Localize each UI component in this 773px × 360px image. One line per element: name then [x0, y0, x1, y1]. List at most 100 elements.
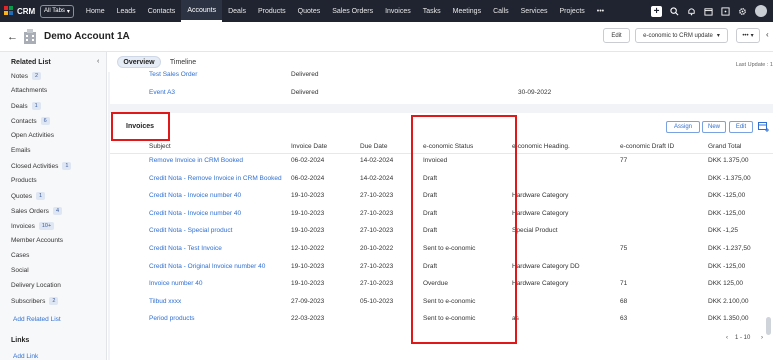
tab-timeline[interactable]: Timeline [166, 56, 200, 68]
column-header-due-date[interactable]: Due Date [360, 143, 387, 150]
all-tabs-dropdown[interactable]: All Tabs ▾ [40, 4, 74, 18]
cell-subject[interactable]: Credit Nota - Original Invoice number 40 [149, 263, 265, 270]
cell-due-date: 27-10-2023 [360, 227, 394, 235]
sidebar-item-delivery-location[interactable]: Delivery Location [11, 282, 61, 289]
nav-tab-products[interactable]: Products [252, 0, 292, 22]
nav-tab-leads[interactable]: Leads [111, 0, 142, 22]
cell-subject[interactable]: Tilbud xxxx [149, 298, 181, 305]
sidebar-item-quotes[interactable]: Quotes 1 [11, 192, 46, 200]
column-header-e-conomic-heading[interactable]: e-conomic Heading. [512, 143, 570, 150]
chevron-left-icon[interactable]: ‹ [726, 335, 728, 341]
cell-subject[interactable]: Credit Nota - Invoice number 40 [149, 192, 241, 199]
sales-order-date: 30-09-2022 [518, 89, 552, 96]
sidebar-item-invoices[interactable]: Invoices 10+ [11, 222, 55, 230]
sidebar-item-member-accounts[interactable]: Member Accounts [11, 237, 63, 244]
sidebar-item-open-activities[interactable]: Open Activities [11, 132, 54, 139]
sidebar-item-products[interactable]: Products [11, 177, 37, 184]
cell-subject[interactable]: Credit Nota - Invoice number 40 [149, 210, 241, 217]
sidebar-item-notes[interactable]: Notes 2 [11, 72, 42, 80]
page-title: Demo Account 1A [44, 31, 130, 42]
sidebar-item-subscribers[interactable]: Subscribers 2 [11, 297, 59, 305]
bell-icon[interactable] [687, 7, 696, 16]
cell-total: DKK -1.375,00 [708, 174, 751, 182]
sidebar-item-contacts[interactable]: Contacts 6 [11, 117, 50, 125]
nav-tab--[interactable]: ••• [591, 0, 610, 22]
cell-status: Draft [423, 227, 438, 235]
edit-invoices-button[interactable]: Edit [729, 121, 753, 133]
scrollbar-thumb[interactable] [766, 317, 771, 335]
sidebar-item-label: Social [11, 267, 29, 274]
chevron-left-icon[interactable]: ‹ [766, 30, 769, 39]
nav-tab-sales-orders[interactable]: Sales Orders [326, 0, 379, 22]
back-arrow-icon[interactable]: ← [7, 31, 18, 43]
add-link[interactable]: Add Link [13, 353, 38, 360]
sidebar-item-closed-activities[interactable]: Closed Activities 1 [11, 162, 72, 170]
cell-subject[interactable]: Credit Nota - Remove Invoice in CRM Book… [149, 175, 282, 182]
cell-subject[interactable]: Remove Invoice in CRM Booked [149, 157, 243, 164]
sales-order-subject[interactable]: Event A3 [149, 89, 175, 96]
nav-tab-deals[interactable]: Deals [222, 0, 252, 22]
apps-icon[interactable] [721, 6, 730, 16]
record-header: ← Demo Account 1A Edit e-conomic to CRM … [0, 22, 773, 52]
column-header-grand-total[interactable]: Grand Total [708, 143, 741, 150]
more-actions-button[interactable]: ••• ▾ [736, 28, 760, 43]
cell-status: Invoiced [423, 157, 448, 164]
new-button[interactable]: New [702, 121, 726, 133]
nav-tab-tasks[interactable]: Tasks [417, 0, 447, 22]
sidebar-item-sales-orders[interactable]: Sales Orders 4 [11, 207, 62, 215]
cell-status: Draft [423, 192, 438, 200]
brand[interactable]: CRM [0, 6, 40, 16]
calendar-icon[interactable] [704, 7, 713, 16]
count-badge: 1 [62, 162, 72, 170]
column-header-invoice-date[interactable]: Invoice Date [291, 143, 327, 150]
sidebar-item-label: Sales Orders [11, 207, 49, 215]
sidebar-item-emails[interactable]: Emails [11, 147, 31, 154]
sidebar-item-label: Delivery Location [11, 282, 61, 289]
add-related-list-link[interactable]: Add Related List [13, 316, 61, 323]
nav-tab-quotes[interactable]: Quotes [292, 0, 327, 22]
nav-tab-projects[interactable]: Projects [553, 0, 590, 22]
sidebar-item-attachments[interactable]: Attachments [11, 87, 47, 94]
nav-tab-calls[interactable]: Calls [487, 0, 515, 22]
collapse-chevron-icon[interactable]: ‹ [97, 58, 99, 65]
cell-subject[interactable]: Credit Nota - Test Invoice [149, 245, 222, 252]
nav-tab-invoices[interactable]: Invoices [379, 0, 417, 22]
nav-tab-services[interactable]: Services [515, 0, 554, 22]
search-icon[interactable] [670, 6, 679, 16]
assign-button[interactable]: Assign [666, 121, 700, 133]
sidebar-item-cases[interactable]: Cases [11, 252, 29, 259]
create-plus-icon[interactable]: + [651, 5, 662, 17]
economic-update-button[interactable]: e-conomic to CRM update ▾ [635, 28, 728, 43]
more-label: ••• [742, 32, 749, 39]
gear-icon[interactable] [738, 7, 747, 16]
sales-order-subject[interactable]: Test Sales Order [149, 71, 197, 78]
column-header-subject[interactable]: Subject [149, 143, 171, 150]
cell-subject[interactable]: Credit Nota - Special product [149, 227, 232, 234]
invoices-heading: Invoices [126, 123, 155, 130]
sidebar-item-social[interactable]: Social [11, 267, 29, 274]
cell-draft-id: 68 [620, 297, 628, 305]
header-divider [110, 153, 773, 154]
column-header-e-conomic-draft-id[interactable]: e-conomic Draft ID [620, 143, 674, 150]
tab-overview[interactable]: Overview [117, 56, 161, 68]
cell-draft-id: 75 [620, 245, 628, 252]
edit-button[interactable]: Edit [603, 28, 630, 43]
chevron-right-icon[interactable]: › [761, 335, 763, 341]
cell-invoice-date: 19-10-2023 [291, 262, 325, 270]
account-building-icon [24, 28, 36, 44]
avatar[interactable] [755, 5, 767, 17]
count-badge: 4 [52, 207, 62, 215]
nav-tab-meetings[interactable]: Meetings [447, 0, 487, 22]
sidebar-item-deals[interactable]: Deals 1 [11, 102, 41, 110]
cell-due-date: 27-10-2023 [360, 192, 394, 200]
column-header-e-conomic-status[interactable]: e-conomic Status [423, 143, 473, 150]
cell-status: Sent to e-conomic [423, 297, 476, 305]
top-navigation: CRM All Tabs ▾ Home Leads Contacts Accounts… [0, 0, 773, 22]
nav-tab-accounts[interactable]: Accounts [181, 0, 223, 22]
nav-tab-contacts[interactable]: Contacts [142, 0, 182, 22]
cell-subject[interactable]: Invoice number 40 [149, 280, 202, 287]
nav-tab-home[interactable]: Home [80, 0, 111, 22]
cell-draft-id: 71 [620, 280, 628, 288]
cell-subject[interactable]: Period products [149, 315, 195, 322]
table-settings-icon[interactable] [758, 122, 769, 132]
